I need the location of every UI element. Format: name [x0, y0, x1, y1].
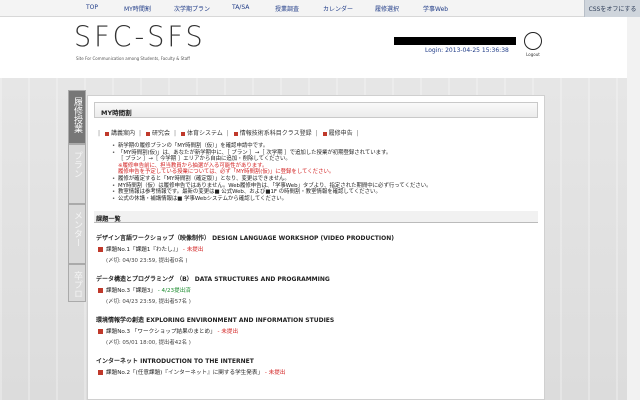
tab-mentor[interactable]: メンター: [68, 204, 86, 264]
main-panel: MY時間割 | 講義案内 | 研究会 | 体育システム | 情報技術系科目クラス登録 |…: [87, 95, 545, 400]
assignment-status: - 未提出: [182, 247, 204, 254]
link-it-class-registration[interactable]: 情報技術系科目クラス登録: [240, 130, 312, 137]
page-scrollbar[interactable]: [627, 17, 640, 400]
assignment-link[interactable]: 課題No.3「課題3」: [106, 288, 156, 294]
notice-list: 新学期の履修プランの「MY時間割（仮）」を確認申請中です。 「MY時間割(仮)」…: [112, 143, 544, 202]
nav-ta-sa[interactable]: TA/SA: [232, 4, 249, 11]
login-timestamp: Login: 2013-04-25 15:36:38: [425, 47, 509, 54]
assignment-row: 課題No.1「課題1『わたし』」 - 未提出: [96, 245, 544, 253]
tab-graduation-project-label: 卒プロ: [72, 271, 82, 298]
assignment-deadline: (〆切: 05/01 18:00, 提出者42名 ): [106, 340, 191, 347]
square-icon: [98, 370, 103, 376]
course-title[interactable]: インターネット INTRODUCTION TO THE INTERNET: [96, 356, 544, 365]
square-icon: [180, 131, 185, 136]
course-block: インターネット INTRODUCTION TO THE INTERNET 課題N…: [96, 356, 544, 376]
nav-course-survey[interactable]: 授業調査: [275, 4, 299, 13]
nav-gakuji-web[interactable]: 学事Web: [423, 4, 448, 13]
notice-item: 新学期の履修プランの「MY時間割（仮）」を確認申請中です。: [112, 143, 544, 150]
top-nav: TOP MY時間割 次学期プラン TA/SA 授業調査 カレンダー 履修選択 学…: [0, 0, 640, 17]
course-title[interactable]: 環境情報学の創造 EXPLORING ENVIRONMENT AND INFOR…: [96, 315, 544, 324]
course-title[interactable]: データ構造とプログラミング （B） DATA STRUCTURES AND PR…: [96, 274, 544, 283]
square-icon: [98, 288, 103, 294]
nav-top[interactable]: TOP: [86, 4, 98, 11]
assignment-link[interactable]: 課題No.1「課題1『わたし』」: [106, 247, 181, 253]
assignment-row: 課題No.3 「ワークショップ結果のまとめ」 - 未提出: [96, 327, 544, 335]
panel-title: MY時間割: [94, 102, 538, 118]
course-block: デザイン言語ワークショップ（映像制作） DESIGN LANGUAGE WORK…: [96, 233, 544, 264]
notice-item: 公式の休講・補講情報は■ 学事Webシステムから確認してください。: [112, 196, 544, 203]
notice-item: 教室情報は参考情報です。最新の変更は■ 公式Web、および■1F の時間割・教室…: [112, 189, 544, 196]
assignment-status: - 未提出: [217, 329, 239, 336]
tab-mentor-label: メンター: [72, 211, 82, 247]
site-logo-subtitle: Site For Communication among Students, F…: [76, 56, 190, 61]
assignments-heading: 課題一覧: [94, 211, 538, 224]
assignment-status: - 4/23提出済: [157, 288, 191, 295]
link-course-registration[interactable]: 履修申告: [329, 130, 353, 137]
logout-button[interactable]: Logout: [521, 32, 545, 58]
css-toggle-button[interactable]: CSSをオフにする: [584, 0, 640, 17]
tab-graduation-project[interactable]: 卒プロ: [68, 264, 86, 302]
assignment-row: 課題No.3「課題3」 - 4/23提出済: [96, 286, 544, 294]
square-icon: [146, 131, 150, 136]
assignment-deadline: (〆切: 04/23 23:59, 提出者57名 ): [106, 299, 191, 306]
assignment-link[interactable]: 課題No.3 「ワークショップ結果のまとめ」: [106, 329, 216, 335]
square-icon: [233, 131, 238, 136]
notice-warning: 履修申告を予定している授業については、必ず「MY時間割(仮)」に登録をしてくださ…: [118, 169, 335, 176]
quick-links: | 講義案内 | 研究会 | 体育システム | 情報技術系科目クラス登録 | 履修申告 |: [98, 130, 359, 137]
course-block: データ構造とプログラミング （B） DATA STRUCTURES AND PR…: [96, 274, 544, 305]
logout-icon: [524, 32, 542, 50]
nav-calendar[interactable]: カレンダー: [323, 4, 353, 13]
link-pe-system[interactable]: 体育システム: [187, 130, 223, 137]
site-logo[interactable]: SFC-SFS: [74, 21, 206, 54]
notice-item: ［ プラン ］→［ 今学期 ］エリアから自由に追加・削除してください。: [118, 156, 291, 163]
nav-course-selection[interactable]: 履修選択: [375, 4, 399, 13]
nav-my-timetable[interactable]: MY時間割: [124, 4, 151, 13]
square-icon: [98, 329, 103, 335]
link-seminar[interactable]: 研究会: [152, 130, 170, 137]
assignment-row: 課題No.2「(任意課題)『インターネット』に関する学生発表」 - 未提出: [96, 368, 544, 376]
tab-plan[interactable]: プラン: [68, 144, 86, 204]
redacted-user-name: [394, 37, 516, 45]
assignment-status: - 未提出: [264, 370, 286, 377]
nav-next-term-plan[interactable]: 次学期プラン: [174, 4, 210, 13]
tab-courses-label: 履修授業: [72, 97, 82, 133]
link-course-guide[interactable]: 講義案内: [111, 130, 135, 137]
logout-label: Logout: [526, 52, 540, 57]
side-tabs: 履修授業 プラン メンター 卒プロ: [68, 90, 86, 302]
square-icon: [98, 247, 103, 253]
square-icon: [322, 131, 327, 136]
tab-plan-label: プラン: [72, 151, 82, 178]
assignment-link[interactable]: 課題No.2「(任意課題)『インターネット』に関する学生発表」: [106, 370, 263, 376]
assignment-deadline: (〆切: 04/30 23:59, 提出者0名 ): [106, 258, 188, 265]
notice-item: 履修が確定すると「MY時間割（確定版）」となり、変更はできません。: [112, 176, 544, 183]
course-title[interactable]: デザイン言語ワークショップ（映像制作） DESIGN LANGUAGE WORK…: [96, 233, 544, 242]
course-block: 環境情報学の創造 EXPLORING ENVIRONMENT AND INFOR…: [96, 315, 544, 346]
square-icon: [105, 131, 110, 136]
tab-courses[interactable]: 履修授業: [68, 90, 86, 144]
